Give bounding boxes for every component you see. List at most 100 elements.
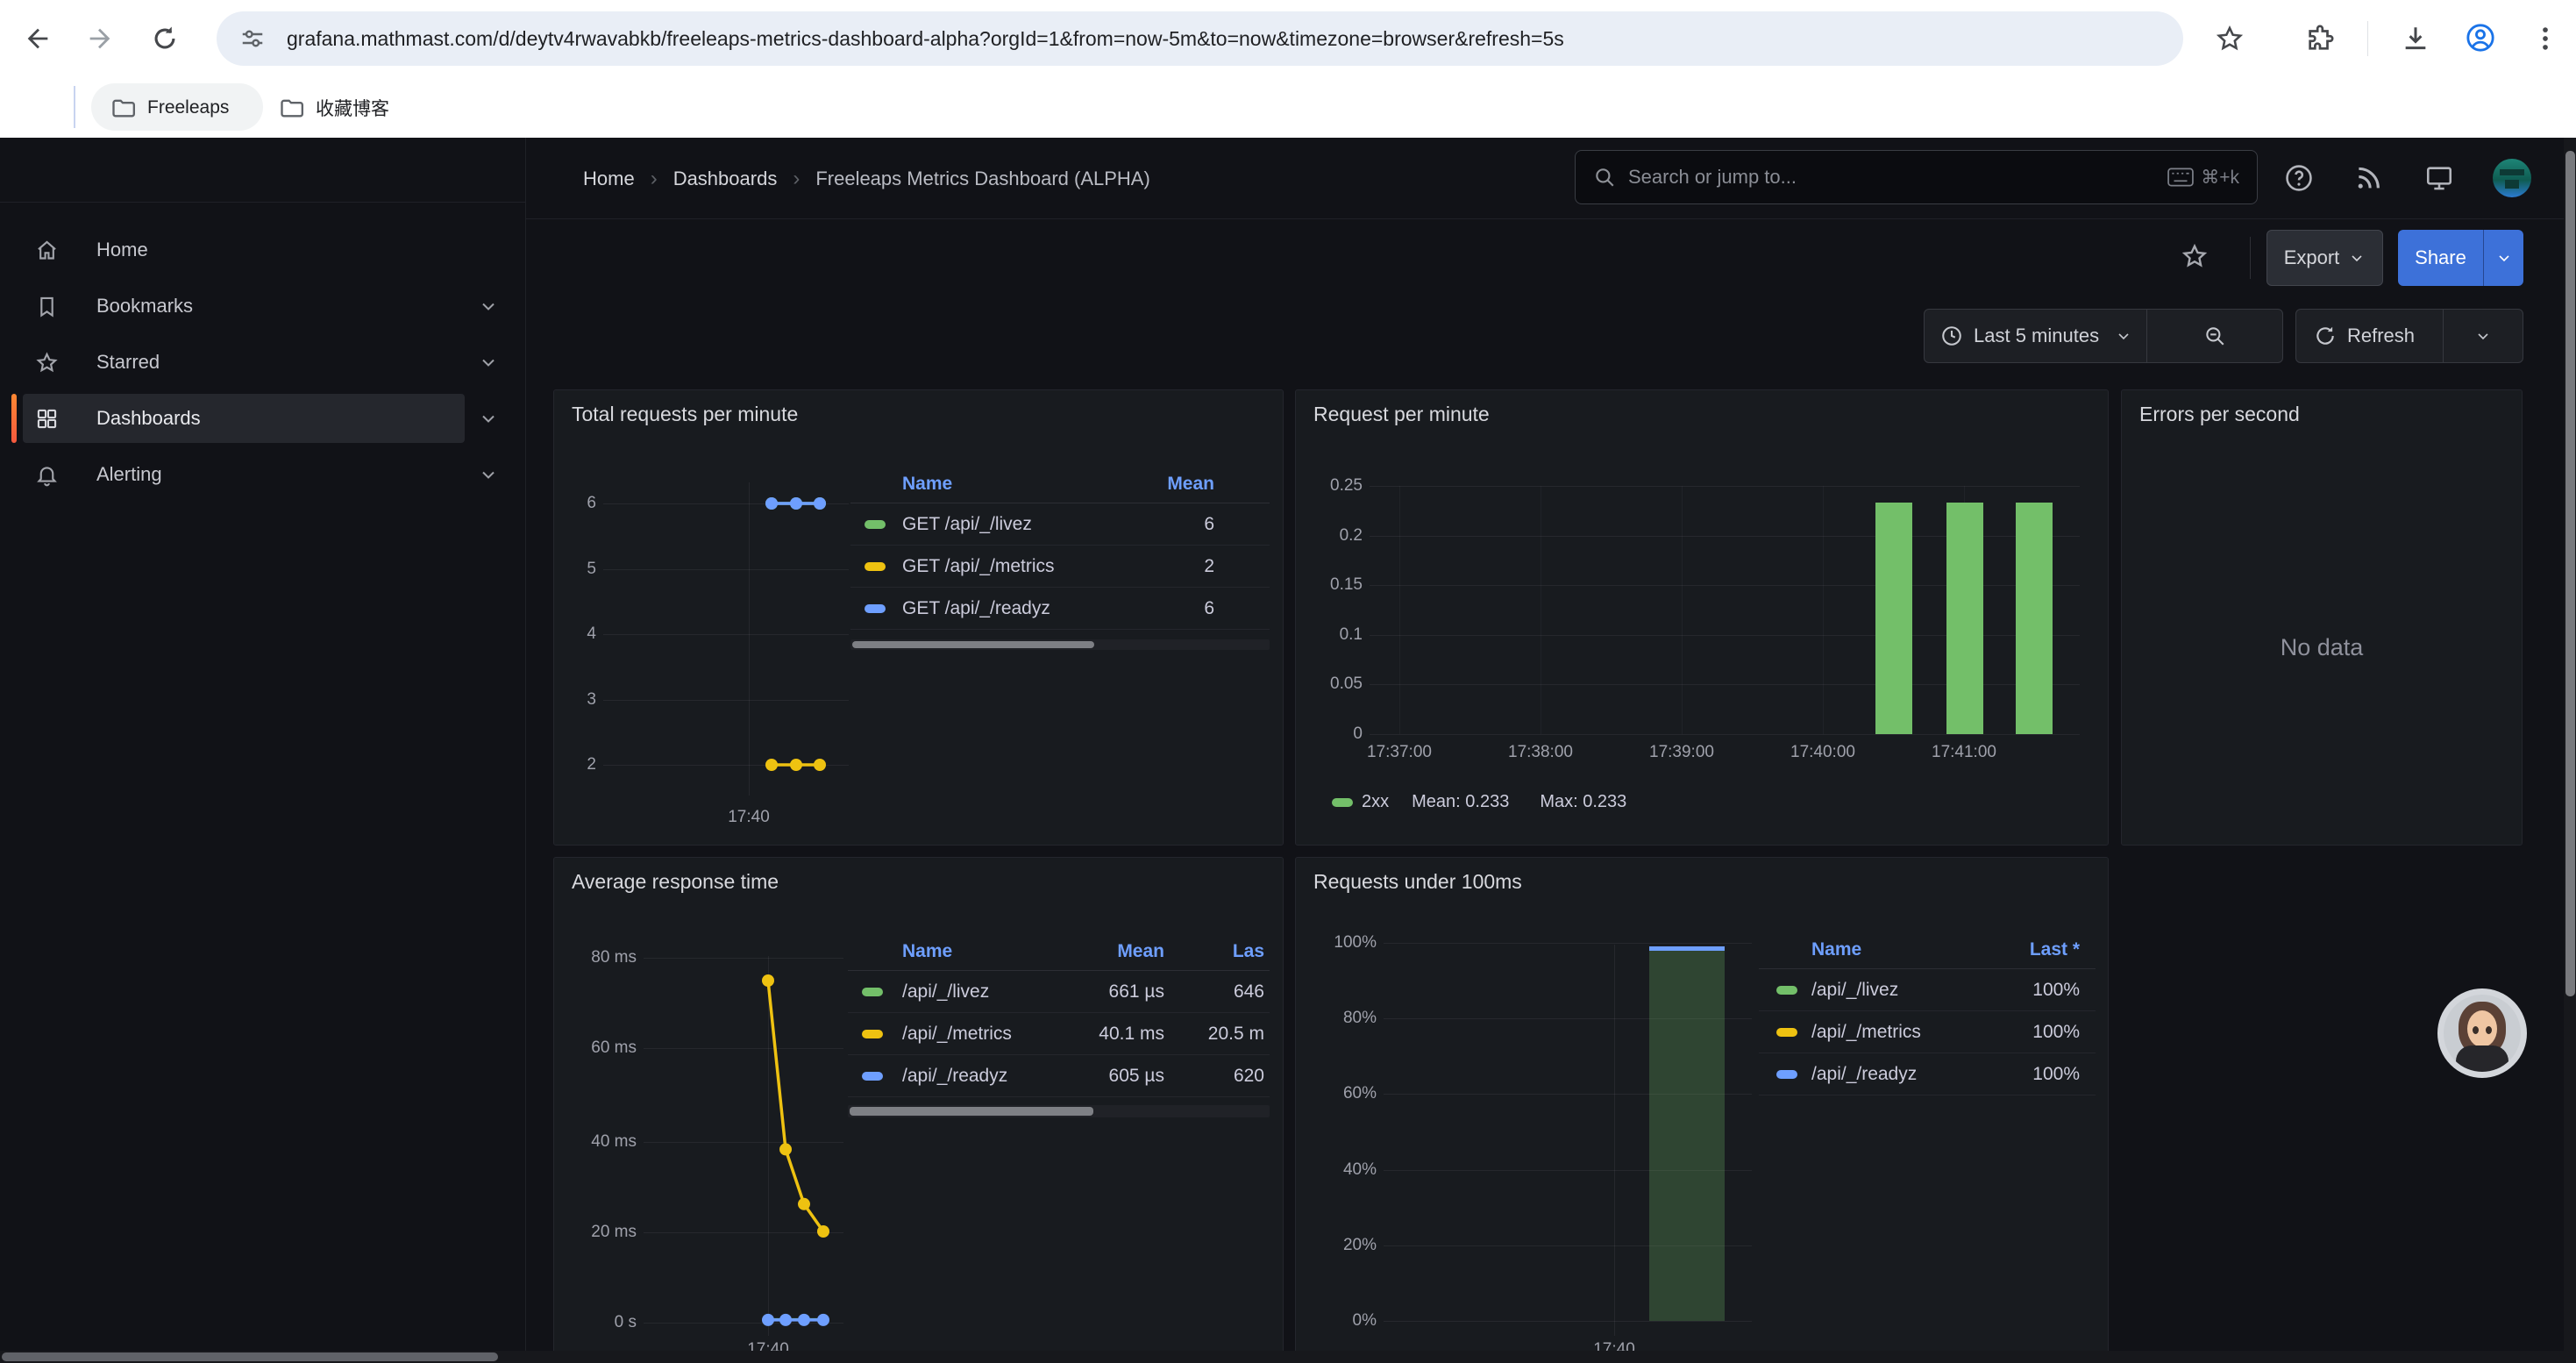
y-axis-tick: 100% [1306, 933, 1377, 953]
legend-col-mean[interactable]: Mean [1042, 941, 1164, 962]
panel-total-requests: Total requests per minute 6543217:40 Nam… [553, 389, 1284, 846]
breadcrumb-dashboards[interactable]: Dashboards [673, 168, 778, 190]
export-button[interactable]: Export [2266, 230, 2383, 286]
url-text: grafana.mathmast.com/d/deytv4rwavabkb/fr… [287, 27, 1564, 51]
sidebar-item-dashboards[interactable]: Dashboards [0, 391, 525, 446]
monitor-icon[interactable] [2424, 163, 2454, 193]
legend-col-last[interactable]: Last * [1975, 939, 2080, 960]
y-axis-tick: 5 [561, 560, 596, 579]
series-swatch [1332, 798, 1353, 807]
user-avatar[interactable] [2493, 159, 2531, 197]
refresh-group: Refresh [2295, 309, 2523, 363]
sidebar-item-label: Dashboards [96, 407, 201, 430]
panel-errors-per-second: Errors per second No data [2121, 389, 2523, 846]
y-axis-tick: 60 ms [566, 1038, 637, 1058]
panel-request-per-minute: Request per minute 0.250.20.150.10.05017… [1295, 389, 2109, 846]
legend-col-mean[interactable]: Mean [1109, 474, 1214, 495]
gridline [603, 503, 849, 504]
y-axis-tick: 4 [561, 624, 596, 644]
sidebar-item-home[interactable]: Home [0, 223, 525, 277]
gridline [1384, 943, 1752, 944]
reload-icon[interactable] [150, 24, 180, 54]
share-button[interactable]: Share [2398, 246, 2483, 269]
sidebar-item-alerting[interactable]: Alerting [0, 447, 525, 502]
y-axis-tick: 0.15 [1310, 575, 1363, 595]
menu-kebab-icon[interactable] [2530, 24, 2560, 54]
time-picker-group: Last 5 minutes [1924, 309, 2283, 363]
sidebar-item-starred[interactable]: Starred [0, 335, 525, 389]
bookmark-folder-blogs[interactable]: 收藏博客 [279, 77, 389, 138]
legend-row[interactable]: /api/_/metrics 100% [1759, 1011, 2096, 1053]
legend-col-name[interactable]: Name [902, 941, 1042, 962]
search-input[interactable]: Search or jump to... ⌘+k [1575, 150, 2258, 204]
zoom-out-button[interactable] [2147, 310, 2282, 362]
bookmark-star-icon[interactable] [2215, 24, 2245, 54]
bookmark-folder-freeleaps[interactable]: Freeleaps [110, 77, 229, 138]
chevron-down-icon[interactable] [478, 352, 499, 373]
breadcrumb-home[interactable]: Home [583, 168, 635, 190]
legend-row[interactable]: /api/_/readyz 605 µs 620 [848, 1055, 1270, 1097]
time-range-picker[interactable]: Last 5 minutes [1925, 310, 2146, 362]
chevron-down-icon [2348, 249, 2366, 267]
url-bar[interactable]: grafana.mathmast.com/d/deytv4rwavabkb/fr… [217, 11, 2183, 66]
legend-row[interactable]: GET /api/_/readyz 6 [850, 588, 1270, 630]
chevron-down-icon[interactable] [478, 296, 499, 317]
x-axis-tick: 17:40:00 [1761, 743, 1884, 762]
breadcrumb: Home › Dashboards › Freeleaps Metrics Da… [583, 138, 1150, 219]
legend-col-last[interactable]: Las [1164, 941, 1264, 962]
legend-col-name[interactable]: Name [1811, 939, 1975, 960]
chevron-down-icon[interactable] [478, 408, 499, 429]
rss-icon[interactable] [2353, 163, 2383, 193]
legend-inline[interactable]: 2xx Mean: 0.233 Max: 0.233 [1332, 792, 1626, 812]
sidebar-item-label: Starred [96, 351, 160, 374]
series-swatch [865, 562, 886, 571]
gridline [603, 569, 849, 570]
breadcrumb-separator: › [651, 167, 658, 191]
profile-icon[interactable] [2466, 23, 2495, 53]
chart-area[interactable]: 0.250.20.150.10.05017:37:0017:38:0017:39… [1296, 390, 2108, 845]
subheader-divider [2250, 237, 2251, 279]
forward-icon[interactable] [85, 24, 115, 54]
star-icon [35, 351, 59, 375]
series-swatch [1776, 1028, 1797, 1037]
legend-col-name[interactable]: Name [902, 474, 1109, 495]
legend-scrollbar[interactable] [848, 1105, 1270, 1117]
assistant-avatar[interactable] [2437, 988, 2527, 1078]
x-axis-tick: 17:38:00 [1479, 743, 1602, 762]
chevron-down-icon [2115, 327, 2132, 345]
legend-row[interactable]: /api/_/livez 661 µs 646 [848, 971, 1270, 1013]
refresh-button[interactable]: Refresh [2296, 310, 2443, 362]
horizontal-scrollbar-thumb[interactable] [2, 1352, 498, 1361]
gridline [1399, 486, 1400, 734]
legend-row[interactable]: /api/_/metrics 40.1 ms 20.5 m [848, 1013, 1270, 1055]
active-item-accent [11, 394, 17, 443]
y-axis-tick: 3 [561, 690, 596, 710]
sidebar-item-bookmarks[interactable]: Bookmarks [0, 279, 525, 333]
breadcrumb-current: Freeleaps Metrics Dashboard (ALPHA) [815, 168, 1149, 190]
back-icon[interactable] [23, 24, 53, 54]
help-icon[interactable] [2284, 163, 2314, 193]
panel-under-100ms: Requests under 100ms 100%80%60%40%20%0%1… [1295, 857, 2109, 1363]
vertical-scrollbar-thumb[interactable] [2565, 151, 2575, 996]
sidebar-item-label: Home [96, 239, 148, 261]
y-axis-tick: 40% [1306, 1160, 1377, 1180]
favorite-dashboard-star-icon[interactable] [2181, 242, 2209, 270]
legend-row[interactable]: /api/_/readyz 100% [1759, 1053, 2096, 1095]
y-axis-tick: 0.2 [1310, 526, 1363, 546]
legend-row[interactable]: GET /api/_/livez 6 [850, 503, 1270, 546]
extensions-icon[interactable] [2305, 24, 2335, 54]
legend-row[interactable]: GET /api/_/metrics 2 [850, 546, 1270, 588]
legend-scrollbar[interactable] [850, 639, 1270, 650]
download-icon[interactable] [2401, 24, 2430, 54]
share-dropdown-button[interactable] [2484, 249, 2523, 267]
refresh-interval-dropdown[interactable] [2444, 310, 2523, 362]
chevron-down-icon[interactable] [478, 464, 499, 485]
tune-icon[interactable] [239, 25, 266, 52]
series-swatch [862, 1072, 883, 1081]
legend-table: Name Mean GET /api/_/livez 6 GET /api/_/… [850, 466, 1270, 630]
panel-title[interactable]: Errors per second [2139, 403, 2300, 426]
legend-row[interactable]: /api/_/livez 100% [1759, 969, 2096, 1011]
chevron-down-icon [2474, 327, 2492, 345]
bell-icon [35, 463, 59, 487]
bar [1946, 503, 1983, 734]
